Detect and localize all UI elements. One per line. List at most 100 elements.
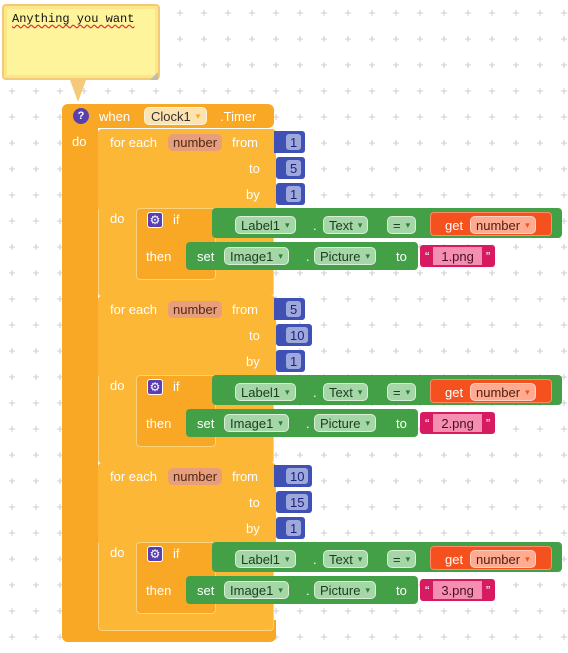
number-block-by[interactable]: 1 <box>276 350 306 372</box>
number-value[interactable]: 5 <box>286 160 302 176</box>
property-dropdown[interactable]: Text ▾ <box>323 550 369 568</box>
property-dropdown[interactable]: Picture ▾ <box>314 581 376 599</box>
setter-block-3[interactable] <box>186 576 418 604</box>
text-block-1[interactable]: “ 1.png ” <box>420 245 496 267</box>
get-label: get <box>445 218 464 233</box>
number-block-to[interactable]: 5 <box>276 157 306 179</box>
chevron-down-icon: ▾ <box>365 417 370 428</box>
comment-bubble[interactable]: Anything you want <box>2 4 160 80</box>
quote-open: “ <box>425 582 430 598</box>
variable-name: number <box>476 384 521 400</box>
operator: = <box>393 551 401 567</box>
text-value[interactable]: 1.png <box>433 247 482 265</box>
operator-dropdown[interactable]: = ▾ <box>387 216 417 234</box>
setter-block-1[interactable] <box>186 242 418 270</box>
operator-dropdown[interactable]: = ▾ <box>387 383 417 401</box>
text-block-3[interactable]: “ 3.png ” <box>420 579 496 601</box>
number-block-to[interactable]: 15 <box>276 491 313 513</box>
get-label: get <box>445 385 464 400</box>
component-name: Label1 <box>241 217 281 233</box>
to-label: to <box>249 161 260 176</box>
number-block-from[interactable]: 5 <box>276 298 306 320</box>
chevron-down-icon: ▾ <box>405 386 411 397</box>
chevron-down-icon: ▾ <box>365 250 370 261</box>
chevron-down-icon: ▾ <box>285 386 290 397</box>
number-value[interactable]: 5 <box>286 301 302 317</box>
text-value[interactable]: 2.png <box>433 414 482 432</box>
from-label: from <box>232 469 258 484</box>
chevron-down-icon: ▾ <box>357 386 363 397</box>
component-dropdown-image[interactable]: Image1 ▾ <box>224 414 289 432</box>
property-name: Picture <box>320 248 361 264</box>
by-label: by <box>246 521 260 536</box>
variable-name: number <box>476 217 521 233</box>
loop-variable[interactable]: number <box>168 468 223 485</box>
dot-separator: . <box>306 583 310 598</box>
chevron-down-icon: ▾ <box>195 110 201 121</box>
loop-variable[interactable]: number <box>168 134 223 151</box>
chevron-down-icon: ▾ <box>525 219 530 230</box>
chevron-down-icon: ▾ <box>357 553 363 564</box>
property-dropdown[interactable]: Picture ▾ <box>314 414 376 432</box>
then-label: then <box>146 249 172 264</box>
gear-icon[interactable]: ⚙ <box>147 379 163 395</box>
text-block-2[interactable]: “ 2.png ” <box>420 412 496 434</box>
gear-icon[interactable]: ⚙ <box>147 212 163 228</box>
property-dropdown[interactable]: Text ▾ <box>323 216 369 234</box>
property-name: Text <box>329 384 353 400</box>
chevron-down-icon: ▾ <box>278 417 283 428</box>
component-name: Label1 <box>241 551 281 567</box>
loop-variable[interactable]: number <box>168 301 223 318</box>
to-label: to <box>249 495 260 510</box>
number-block-from[interactable]: 10 <box>276 465 313 487</box>
help-icon[interactable]: ? <box>73 108 89 124</box>
property-dropdown[interactable]: Picture ▾ <box>314 247 376 265</box>
number-value[interactable]: 10 <box>286 468 309 484</box>
variable-dropdown[interactable]: number ▾ <box>470 550 536 568</box>
variable-dropdown[interactable]: number ▾ <box>470 216 536 234</box>
number-value[interactable]: 1 <box>286 520 302 536</box>
number-value[interactable]: 1 <box>286 353 302 369</box>
quote-close: ” <box>485 415 491 431</box>
component-dropdown-label[interactable]: Label1 ▾ <box>235 550 296 568</box>
if-label: if <box>173 379 180 394</box>
gear-icon[interactable]: ⚙ <box>147 546 163 562</box>
component-dropdown-clock[interactable]: Clock1 ▾ <box>144 107 208 125</box>
number-value[interactable]: 1 <box>286 134 302 150</box>
property-dropdown[interactable]: Text ▾ <box>323 383 369 401</box>
setter-block-2[interactable] <box>186 409 418 437</box>
property-name: Text <box>329 551 353 567</box>
text-value[interactable]: 3.png <box>433 581 482 599</box>
component-name: Image1 <box>230 248 274 264</box>
comment-text[interactable]: Anything you want <box>12 12 134 26</box>
number-block-from[interactable]: 1 <box>276 131 306 153</box>
variable-dropdown[interactable]: number ▾ <box>470 383 536 401</box>
comment-tail <box>70 80 86 102</box>
when-label: when <box>99 109 131 124</box>
from-label: from <box>232 302 258 317</box>
number-value[interactable]: 1 <box>286 186 302 202</box>
number-value[interactable]: 10 <box>286 327 309 343</box>
operator-dropdown[interactable]: = ▾ <box>387 550 417 568</box>
component-dropdown-label[interactable]: Label1 ▾ <box>235 383 296 401</box>
dot-separator: . <box>313 218 317 233</box>
loop-do-label: do <box>110 545 125 560</box>
number-value[interactable]: 15 <box>286 494 309 510</box>
property-name: Picture <box>320 582 361 598</box>
number-block-by[interactable]: 1 <box>276 183 306 205</box>
number-block-by[interactable]: 1 <box>276 517 306 539</box>
chevron-down-icon: ▾ <box>405 219 411 230</box>
component-dropdown-image[interactable]: Image1 ▾ <box>224 581 289 599</box>
component-dropdown-image[interactable]: Image1 ▾ <box>224 247 289 265</box>
dot-separator: . <box>313 552 317 567</box>
component-dropdown-label[interactable]: Label1 ▾ <box>235 216 296 234</box>
then-label: then <box>146 416 172 431</box>
component-name: Clock1 <box>151 108 191 124</box>
do-label: do <box>72 134 87 149</box>
number-block-to[interactable]: 10 <box>276 324 313 346</box>
get-label: get <box>445 552 464 567</box>
chevron-down-icon: ▾ <box>278 250 283 261</box>
when-block-body[interactable] <box>62 104 98 642</box>
operator: = <box>393 384 401 400</box>
set-label: set <box>197 416 215 431</box>
